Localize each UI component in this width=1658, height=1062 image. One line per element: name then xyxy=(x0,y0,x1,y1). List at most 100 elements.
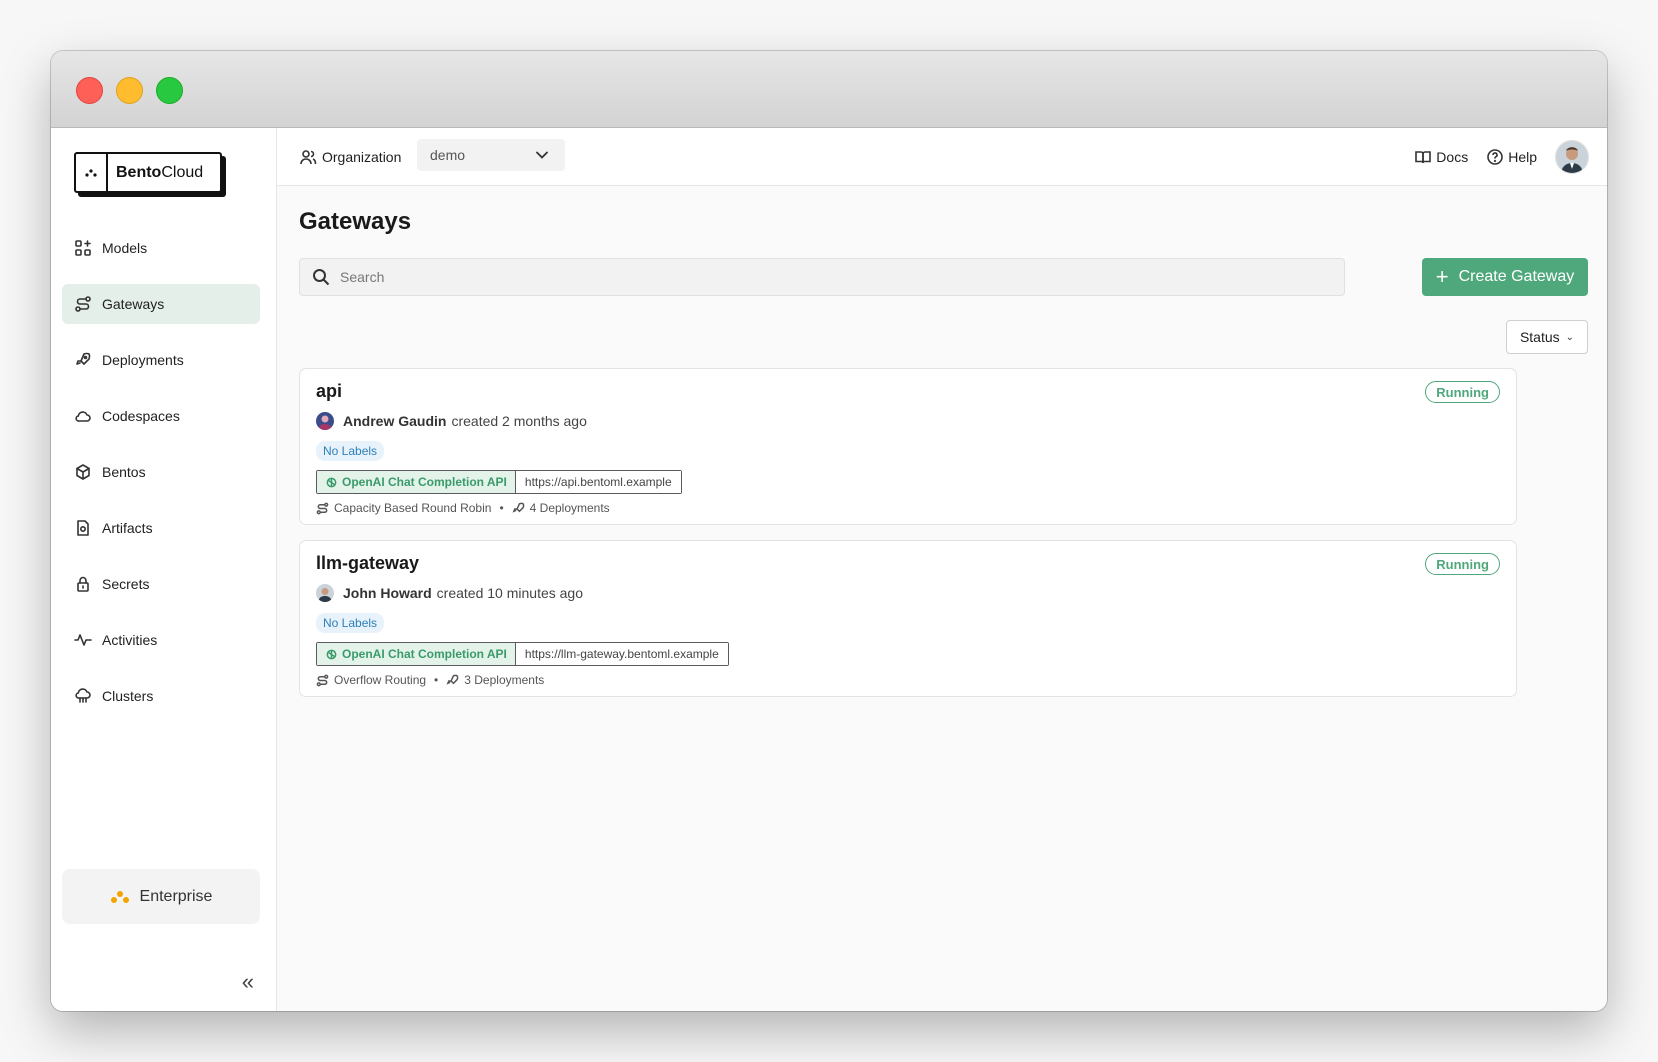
route-icon xyxy=(316,502,329,514)
book-icon xyxy=(1415,150,1432,163)
api-type-tag: OpenAI Chat Completion API xyxy=(317,471,516,493)
grid-icon xyxy=(74,239,92,257)
sidebar-item-models[interactable]: Models xyxy=(62,228,260,268)
enterprise-button[interactable]: Enterprise xyxy=(62,869,260,924)
sidebar-item-activities[interactable]: Activities xyxy=(62,620,260,660)
close-window-button[interactable] xyxy=(76,77,103,104)
created-time: created 10 minutes ago xyxy=(436,585,583,601)
status-badge: Running xyxy=(1425,381,1500,403)
enterprise-label: Enterprise xyxy=(139,887,213,905)
api-endpoint: OpenAI Chat Completion API https://llm-g… xyxy=(316,642,729,666)
enterprise-logo-icon xyxy=(110,890,130,904)
create-gateway-button[interactable]: + Create Gateway xyxy=(1422,258,1588,296)
api-type-label: OpenAI Chat Completion API xyxy=(342,647,507,661)
activity-icon xyxy=(74,631,92,649)
sidebar-item-bentos[interactable]: Bentos xyxy=(62,452,260,492)
bentocloud-logo[interactable]: BentoCloud xyxy=(74,152,222,193)
window-titlebar xyxy=(51,51,1607,128)
creator-name: John Howard xyxy=(343,585,432,601)
creator-avatar xyxy=(316,412,334,430)
gateway-name[interactable]: api xyxy=(316,381,342,402)
routing-strategy: Capacity Based Round Robin xyxy=(334,501,492,515)
routing-strategy: Overflow Routing xyxy=(334,673,427,687)
sidebar-item-label: Activities xyxy=(102,632,158,648)
api-type-label: OpenAI Chat Completion API xyxy=(342,475,507,489)
sidebar-item-label: Codespaces xyxy=(102,408,180,424)
app-window: BentoCloud Models Gateways Deployments C… xyxy=(51,51,1607,1011)
api-endpoint: OpenAI Chat Completion API https://api.b… xyxy=(316,470,682,494)
status-badge: Running xyxy=(1425,553,1500,575)
gateway-meta: Capacity Based Round Robin • 4 Deploymen… xyxy=(316,501,610,515)
api-url[interactable]: https://llm-gateway.bentoml.example xyxy=(515,643,728,665)
labels-tag: No Labels xyxy=(316,613,385,633)
creator-name: Andrew Gaudin xyxy=(343,413,447,429)
search-field[interactable] xyxy=(299,258,1345,296)
search-icon xyxy=(313,269,330,286)
chevron-down-icon: ⌄ xyxy=(1565,331,1575,343)
box-icon xyxy=(74,463,92,481)
cloud-server-icon xyxy=(74,687,92,705)
openai-icon xyxy=(326,649,337,659)
sidebar-item-label: Models xyxy=(102,240,148,256)
help-link[interactable]: Help xyxy=(1486,148,1537,166)
sidebar-item-label: Gateways xyxy=(102,296,165,312)
organization-label: Organization xyxy=(299,128,401,185)
api-type-tag: OpenAI Chat Completion API xyxy=(317,643,516,665)
users-icon xyxy=(300,149,317,164)
api-url[interactable]: https://api.bentoml.example xyxy=(515,471,681,493)
search-input[interactable] xyxy=(338,268,1282,286)
sidebar-item-clusters[interactable]: Clusters xyxy=(62,676,260,716)
logo-text: BentoCloud xyxy=(116,163,204,181)
route-icon xyxy=(316,674,329,686)
gateway-meta: Overflow Routing • 3 Deployments xyxy=(316,673,544,687)
sidebar-item-deployments[interactable]: Deployments xyxy=(62,340,260,380)
chevron-down-icon xyxy=(536,151,548,159)
gateway-card[interactable]: api Running Andrew Gaudin created 2 mont… xyxy=(299,368,1517,525)
docs-link[interactable]: Docs xyxy=(1414,148,1468,166)
organization-value: demo xyxy=(430,147,466,163)
status-filter-label: Status xyxy=(1519,329,1560,345)
labels-tag: No Labels xyxy=(316,441,385,461)
rocket-icon xyxy=(512,502,524,513)
rocket-icon xyxy=(74,351,92,369)
creator-avatar xyxy=(316,584,334,602)
minimize-window-button[interactable] xyxy=(116,77,143,104)
sidebar-item-label: Clusters xyxy=(102,688,154,704)
sidebar-item-gateways[interactable]: Gateways xyxy=(62,284,260,324)
collapse-sidebar-icon[interactable]: « xyxy=(242,969,254,995)
sidebar-item-label: Secrets xyxy=(102,576,150,592)
lock-icon xyxy=(74,575,92,593)
gateway-card[interactable]: llm-gateway Running John Howard created … xyxy=(299,540,1517,697)
help-circle-icon xyxy=(1487,148,1504,165)
creator-line: Andrew Gaudin created 2 months ago xyxy=(316,412,587,430)
deployments-count[interactable]: 4 Deployments xyxy=(530,501,610,515)
sidebar-item-artifacts[interactable]: Artifacts xyxy=(62,508,260,548)
organization-select[interactable]: demo xyxy=(417,139,565,171)
sidebar: BentoCloud Models Gateways Deployments C… xyxy=(51,128,277,1011)
deployments-count[interactable]: 3 Deployments xyxy=(464,673,544,687)
openai-icon xyxy=(326,477,337,487)
sidebar-item-label: Deployments xyxy=(102,352,184,368)
help-label: Help xyxy=(1508,148,1537,165)
creator-line: John Howard created 10 minutes ago xyxy=(316,584,583,602)
plus-icon: + xyxy=(1435,264,1449,289)
logo-mark-icon xyxy=(76,154,108,191)
page-title: Gateways xyxy=(299,208,412,235)
rocket-icon xyxy=(446,674,459,685)
top-bar: Organization demo Docs Help xyxy=(277,128,1607,186)
created-time: created 2 months ago xyxy=(451,413,587,429)
create-gateway-label: Create Gateway xyxy=(1458,268,1575,285)
main-content: Gateways + Create Gateway Status ⌄ api R… xyxy=(277,186,1607,1011)
status-filter-dropdown[interactable]: Status ⌄ xyxy=(1506,320,1588,354)
docs-label: Docs xyxy=(1436,148,1469,165)
organization-text: Organization xyxy=(322,148,402,165)
sidebar-item-secrets[interactable]: Secrets xyxy=(62,564,260,604)
user-avatar[interactable] xyxy=(1555,139,1589,174)
separator-dot: • xyxy=(499,501,504,515)
sidebar-nav: Models Gateways Deployments Codespaces B… xyxy=(62,228,260,732)
file-icon xyxy=(74,519,92,537)
sidebar-item-codespaces[interactable]: Codespaces xyxy=(62,396,260,436)
maximize-window-button[interactable] xyxy=(156,77,183,104)
cloud-icon xyxy=(74,407,92,425)
gateway-name[interactable]: llm-gateway xyxy=(316,553,419,574)
